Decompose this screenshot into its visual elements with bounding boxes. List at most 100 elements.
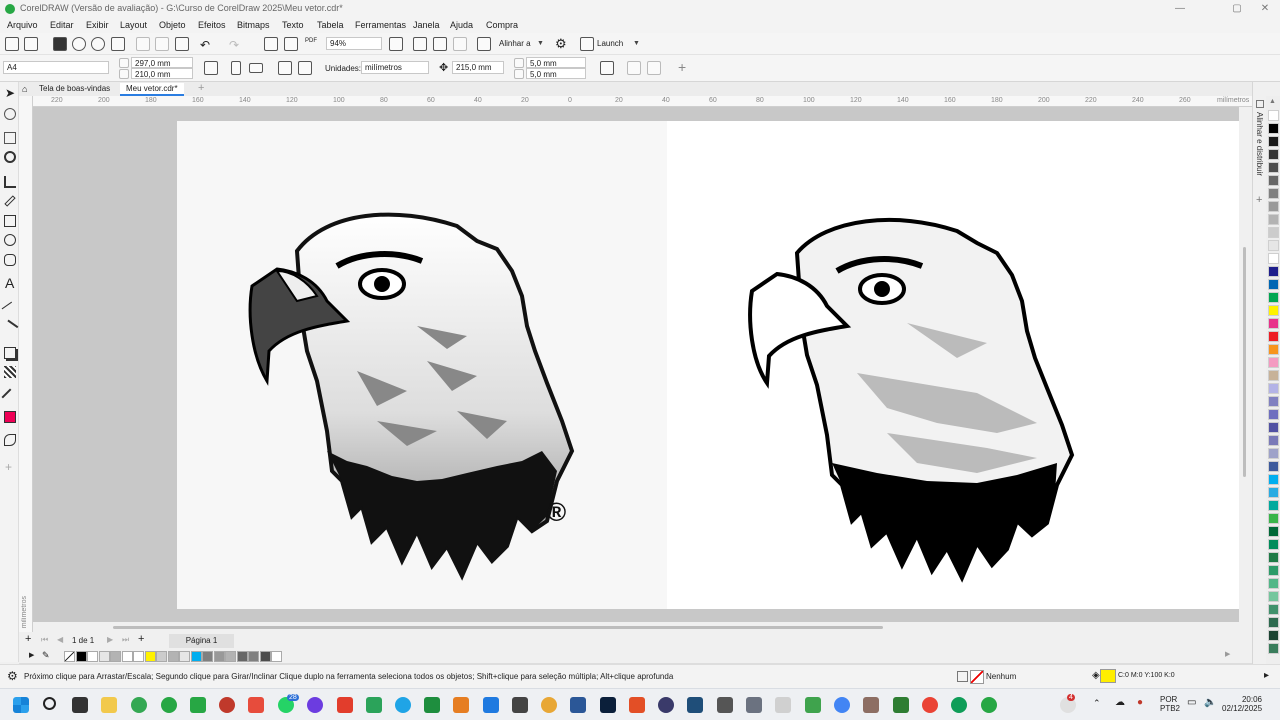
chrome-icon-2[interactable] — [922, 697, 938, 713]
coreldraw-taskbar-icon[interactable] — [161, 697, 177, 713]
save-icon[interactable] — [53, 37, 67, 51]
palette-swatch[interactable] — [1268, 643, 1279, 654]
vector-eagle-traced[interactable] — [737, 193, 1097, 583]
horizontal-scrollbar[interactable] — [33, 622, 1252, 632]
palette-swatch[interactable] — [1268, 110, 1279, 121]
drawing-page[interactable]: ® — [177, 121, 1239, 609]
launch-dropdown[interactable]: Launch — [597, 39, 623, 48]
input-language[interactable]: POR PTB2 — [1160, 695, 1180, 713]
app-icon-4[interactable] — [248, 697, 264, 713]
palette-swatch[interactable] — [1268, 500, 1279, 511]
edge-icon[interactable] — [951, 697, 967, 713]
app-icon-16[interactable] — [717, 697, 733, 713]
onedrive-icon[interactable]: ☁ — [1115, 697, 1125, 708]
menu-ajuda[interactable]: Ajuda — [450, 20, 473, 30]
document-palette-swatch[interactable] — [225, 651, 236, 662]
menu-bitmaps[interactable]: Bitmaps — [237, 20, 270, 30]
palette-swatch[interactable] — [1268, 526, 1279, 537]
upload-cloud-icon[interactable] — [72, 37, 86, 51]
document-palette-swatch[interactable] — [75, 651, 87, 662]
palette-swatch[interactable] — [1268, 188, 1279, 199]
palette-swatch[interactable] — [1268, 175, 1279, 186]
new-document-icon[interactable] — [5, 37, 19, 51]
palette-swatch[interactable] — [1268, 201, 1279, 212]
redo-icon[interactable]: ↷ — [229, 38, 239, 52]
nudge-distance-input[interactable]: 215,0 mm — [452, 61, 504, 74]
open-folder-icon[interactable] — [24, 37, 38, 51]
palette-swatch[interactable] — [1268, 617, 1279, 628]
palette-scroll-up-icon[interactable]: ▲ — [1269, 98, 1276, 105]
tray-up-icon[interactable]: ⌃ — [1093, 698, 1101, 709]
next-page-icon[interactable]: ▶ — [107, 635, 113, 644]
palette-swatch[interactable] — [1268, 253, 1279, 264]
polygon-tool-icon[interactable] — [4, 254, 16, 266]
docker-icon[interactable] — [1256, 100, 1264, 108]
maximize-button[interactable]: ▢ — [1222, 0, 1252, 18]
palette-swatch[interactable] — [1268, 565, 1279, 576]
palette-swatch[interactable] — [1268, 383, 1279, 394]
app-icon-15[interactable] — [687, 697, 703, 713]
print-icon[interactable] — [111, 37, 125, 51]
pick-tool-icon[interactable]: ➤ — [5, 86, 15, 100]
gear-icon[interactable]: ⚙ — [555, 36, 567, 52]
palette-swatch[interactable] — [1268, 266, 1279, 277]
document-palette-swatch[interactable] — [64, 651, 75, 662]
menu-exibir[interactable]: Exibir — [86, 20, 109, 30]
fill-bucket-icon[interactable]: ◈ — [1092, 670, 1100, 681]
document-palette-swatch[interactable] — [179, 651, 190, 662]
paper-type-icon[interactable] — [647, 61, 661, 75]
add-page-before-icon[interactable]: + — [25, 633, 31, 645]
app-icon-7[interactable] — [366, 697, 382, 713]
outline-color-swatch[interactable] — [970, 670, 984, 684]
align-to-dropdown[interactable]: Alinhar a — [499, 39, 531, 48]
security-icon[interactable]: ● — [1137, 697, 1143, 708]
photoshop-icon[interactable] — [600, 697, 616, 713]
palette-swatch[interactable] — [1268, 422, 1279, 433]
full-screen-preview-icon[interactable] — [413, 37, 427, 51]
palette-swatch[interactable] — [1268, 435, 1279, 446]
transparency-tool-icon[interactable] — [4, 366, 16, 378]
palette-swatch[interactable] — [1268, 279, 1279, 290]
tab-welcome-screen[interactable]: Tela de boas-vindas — [33, 83, 116, 96]
page-tab[interactable]: Página 1 — [169, 634, 234, 648]
document-palette-swatch[interactable] — [144, 651, 156, 662]
text-tool-icon[interactable]: A — [5, 275, 14, 291]
app-icon-20[interactable] — [893, 697, 909, 713]
camera-icon[interactable] — [746, 697, 762, 713]
menu-arquivo[interactable]: Arquivo — [7, 20, 38, 30]
app-icon-21[interactable] — [981, 697, 997, 713]
palette-swatch[interactable] — [1268, 396, 1279, 407]
fill-color-swatch[interactable] — [1100, 669, 1116, 683]
gear-icon[interactable]: ⚙ — [7, 669, 18, 683]
vertical-ruler[interactable]: milímetros — [19, 96, 33, 632]
first-page-icon[interactable]: ⏮ — [41, 635, 48, 645]
palette-swatch[interactable] — [1268, 487, 1279, 498]
palette-swatch[interactable] — [1268, 591, 1279, 602]
palette-swatch[interactable] — [1268, 474, 1279, 485]
show-guidelines-icon[interactable] — [453, 37, 467, 51]
document-palette-swatch[interactable] — [98, 651, 110, 662]
palette-swatch[interactable] — [1268, 240, 1279, 251]
page-width-input[interactable]: 297,0 mm — [131, 57, 193, 68]
document-palette-swatch[interactable] — [248, 651, 259, 662]
app-icon-10[interactable] — [453, 697, 469, 713]
palette-swatch[interactable] — [1268, 578, 1279, 589]
menu-objeto[interactable]: Objeto — [159, 20, 186, 30]
clock[interactable]: 20:06 02/12/2025 — [1222, 695, 1262, 713]
freehand-tool-icon[interactable] — [4, 176, 16, 188]
current-page-size-icon[interactable] — [298, 61, 312, 75]
zoom-to-page-icon[interactable] — [389, 37, 403, 51]
palette-swatch[interactable] — [1268, 539, 1279, 550]
app-icon-11[interactable] — [512, 697, 528, 713]
windows-start-icon[interactable] — [13, 697, 29, 713]
rectangle-tool-icon[interactable] — [4, 215, 16, 227]
paste-icon[interactable] — [175, 37, 189, 51]
crop-tool-icon[interactable] — [4, 132, 16, 144]
menu-janela[interactable]: Janela — [413, 20, 440, 30]
app-icon-18[interactable] — [805, 697, 821, 713]
document-palette-swatch[interactable] — [236, 651, 248, 662]
zoom-tool-icon[interactable] — [4, 151, 16, 163]
shape-tool-icon[interactable] — [4, 108, 16, 120]
menu-ferramentas[interactable]: Ferramentas — [355, 20, 406, 30]
expand-status-icon[interactable]: ▸ — [1264, 670, 1269, 681]
